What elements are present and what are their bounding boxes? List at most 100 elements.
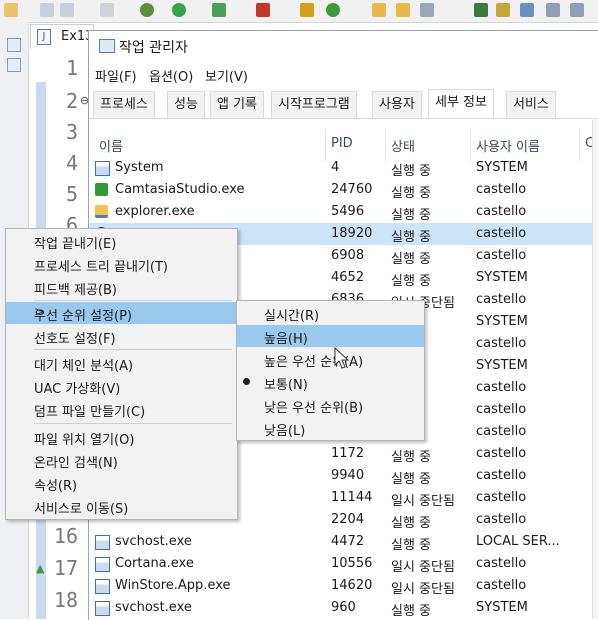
external-tools-icon[interactable] xyxy=(256,3,270,17)
highlight-icon[interactable] xyxy=(496,3,510,17)
new-class-icon[interactable] xyxy=(326,3,340,17)
tab-startup[interactable]: 시작프로그램 xyxy=(271,91,357,118)
process-pid: 24760 xyxy=(331,182,373,197)
run-icon[interactable] xyxy=(172,3,186,17)
process-user: SYSTEM xyxy=(476,600,528,615)
process-user: castello xyxy=(476,556,527,571)
restore-view-icon[interactable] xyxy=(7,38,21,52)
table-row[interactable]: WinStore.App.exe 14620 일시 중단됨 castello xyxy=(89,575,598,597)
tab-users[interactable]: 사용자 xyxy=(372,91,422,118)
process-user: castello xyxy=(476,490,527,505)
menu-item-set-priority[interactable]: 우선 순위 설정(P) > xyxy=(6,302,237,324)
process-user: castello xyxy=(476,204,527,219)
menu-file[interactable]: 파일(F) xyxy=(95,66,137,85)
line-number: 17 xyxy=(53,556,78,580)
submenu-arrow-icon: > xyxy=(34,305,45,320)
column-user[interactable]: 사용자 이름 xyxy=(476,136,540,155)
title-bar[interactable]: 작업 관리자 xyxy=(89,31,598,61)
debug-icon[interactable] xyxy=(140,3,154,17)
save-icon[interactable] xyxy=(40,3,54,17)
column-name[interactable]: 이름 xyxy=(99,136,123,155)
tab-details[interactable]: 세부 정보 xyxy=(428,89,494,118)
forward-icon[interactable] xyxy=(570,3,584,17)
mouse-cursor-icon xyxy=(334,347,350,369)
window-icon xyxy=(95,579,110,594)
process-user: SYSTEM xyxy=(476,314,528,329)
process-user: SYSTEM xyxy=(476,160,528,175)
priority-high[interactable]: 높음(H) xyxy=(237,325,424,347)
new-package-icon[interactable] xyxy=(300,3,314,17)
process-status: 실행 중 xyxy=(391,252,432,267)
table-row[interactable]: Cortana.exe 10556 일시 중단됨 castello xyxy=(89,553,598,575)
line-number: 2 xyxy=(65,89,78,113)
back-icon[interactable] xyxy=(546,3,560,17)
process-pid: 960 xyxy=(331,600,356,615)
search-tool-icon[interactable] xyxy=(420,3,434,17)
tab-services[interactable]: 서비스 xyxy=(506,91,556,118)
process-user: castello xyxy=(476,402,527,417)
process-pid: 2204 xyxy=(331,512,365,527)
priority-above-normal[interactable]: 높은 우선 순위(A) xyxy=(237,348,424,370)
process-pid: 4 xyxy=(331,160,340,175)
process-user: castello xyxy=(476,182,527,197)
table-row[interactable]: explorer.exe 5496 실행 중 castello xyxy=(89,201,598,223)
menu-separator xyxy=(34,349,232,350)
line-number: 5 xyxy=(65,182,78,206)
annotation-icon[interactable] xyxy=(474,3,488,17)
open-folder-icon[interactable] xyxy=(396,3,410,17)
menu-options[interactable]: 옵션(O) xyxy=(149,66,193,85)
menu-item-go-to-services[interactable]: 서비스로 이동(S) xyxy=(6,495,237,517)
table-row[interactable]: svchost.exe 4472 실행 중 LOCAL SER... xyxy=(89,531,598,553)
column-status[interactable]: 상태 xyxy=(391,136,415,155)
process-user: castello xyxy=(476,468,527,483)
menu-item-uac-virtualization[interactable]: UAC 가상화(V) xyxy=(6,375,237,397)
column-pid[interactable]: PID xyxy=(331,136,353,151)
line-number: 1 xyxy=(65,56,78,80)
process-status: 실행 중 xyxy=(391,274,432,289)
window-icon xyxy=(95,557,110,572)
next-annotation-icon[interactable] xyxy=(520,3,534,17)
process-pid: 4472 xyxy=(331,534,365,549)
priority-low[interactable]: 낮음(L) xyxy=(237,417,424,439)
tab-performance[interactable]: 성능 xyxy=(167,91,205,118)
menu-item-set-affinity[interactable]: 선호도 설정(F) xyxy=(6,325,237,347)
menu-bar: 파일(F) 옵션(O) 보기(V) xyxy=(89,62,598,86)
skip-breakpoints-icon[interactable] xyxy=(100,3,114,17)
coverage-icon[interactable] xyxy=(212,3,226,17)
process-name: svchost.exe xyxy=(115,600,192,615)
open-type-icon[interactable] xyxy=(372,3,386,17)
save-all-icon[interactable] xyxy=(60,3,74,17)
menu-item-search-online[interactable]: 온라인 검색(N) xyxy=(6,449,237,471)
tab-processes[interactable]: 프로세스 xyxy=(93,91,155,118)
scroll-edge[interactable] xyxy=(592,120,598,619)
priority-realtime[interactable]: 실시간(R) xyxy=(237,302,424,324)
menu-item-open-file-location[interactable]: 파일 위치 열기(O) xyxy=(6,426,237,448)
menu-separator xyxy=(34,300,232,301)
new-file-icon[interactable] xyxy=(4,3,18,17)
outline-view-icon[interactable] xyxy=(7,58,21,72)
table-row[interactable]: CamtasiaStudio.exe 24760 실행 중 castello xyxy=(89,179,598,201)
tab-strip: 프로세스 성능 앱 기록 시작프로그램 사용자 세부 정보 서비스 xyxy=(89,88,598,119)
menu-item-analyze-wait-chain[interactable]: 대기 체인 분석(A) xyxy=(6,352,237,374)
radio-checked-icon xyxy=(243,378,250,385)
line-number: 4 xyxy=(65,151,78,175)
priority-submenu: 실시간(R) 높음(H) 높은 우선 순위(A) 보통(N) 낮은 우선 순위(… xyxy=(236,300,425,441)
menu-item-properties[interactable]: 속성(R) xyxy=(6,472,237,494)
menu-separator xyxy=(34,423,232,424)
menu-item-end-task[interactable]: 작업 끝내기(E) xyxy=(6,230,237,252)
priority-normal[interactable]: 보통(N) xyxy=(237,371,424,393)
process-status: 일시 중단됨 xyxy=(391,494,455,509)
tab-app-history[interactable]: 앱 기록 xyxy=(210,91,265,118)
table-row[interactable]: System 4 실행 중 SYSTEM xyxy=(89,157,598,179)
table-row[interactable]: svchost.exe 960 실행 중 SYSTEM xyxy=(89,597,598,619)
editor-tab[interactable]: J Ex13 xyxy=(30,24,94,49)
menu-item-provide-feedback[interactable]: 피드백 제공(B) xyxy=(6,276,237,298)
window-icon xyxy=(95,601,110,616)
menu-view[interactable]: 보기(V) xyxy=(205,66,248,85)
process-name: explorer.exe xyxy=(115,204,195,219)
camtasia-icon xyxy=(95,183,108,196)
menu-item-create-dump-file[interactable]: 덤프 파일 만들기(C) xyxy=(6,398,237,420)
menu-item-end-process-tree[interactable]: 프로세스 트리 끝내기(T) xyxy=(6,253,237,275)
process-user: castello xyxy=(476,248,527,263)
priority-below-normal[interactable]: 낮은 우선 순위(B) xyxy=(237,394,424,416)
